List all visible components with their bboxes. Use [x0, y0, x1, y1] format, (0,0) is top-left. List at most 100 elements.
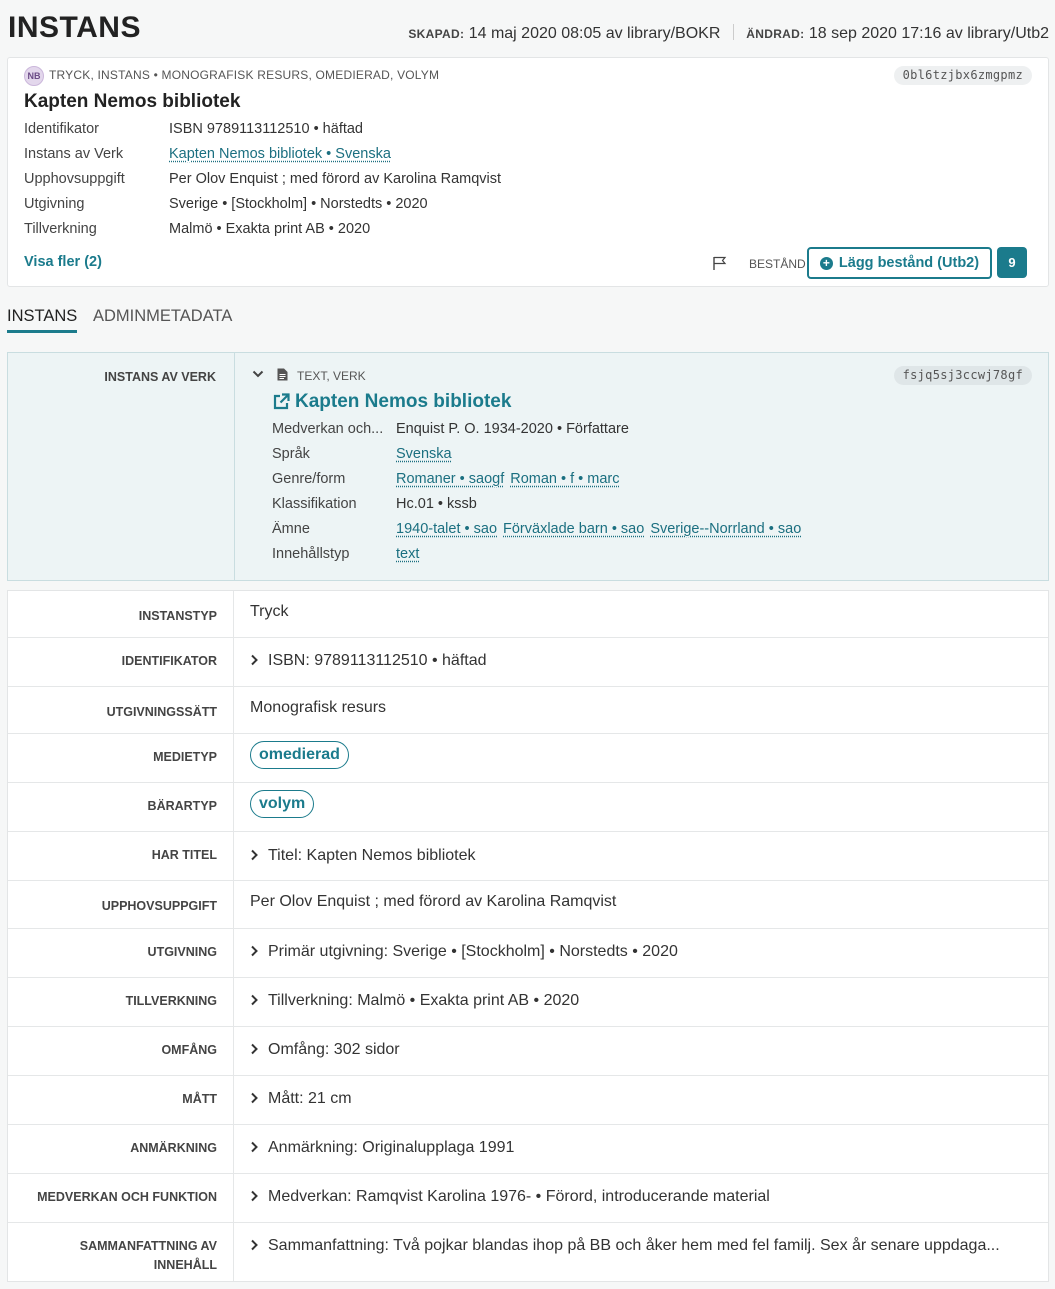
property-value: Tillverkning: Malmö • Exakta print AB • … [268, 992, 580, 1009]
property-key: SAMMANFATTNING AV INNEHÅLL [8, 1223, 234, 1281]
chevron-right-icon[interactable] [250, 994, 259, 1006]
property-row-media-type: MEDIETYP omedierad [8, 734, 1048, 783]
property-key: MÅTT [8, 1076, 234, 1124]
work-row-subject: Ämne 1940-talet • sao Förväxlade barn • sa… [272, 521, 807, 537]
work-value: Enquist P. O. 1934-2020 • Författare [396, 421, 629, 437]
genre-link[interactable]: Romaner • saogf [396, 471, 504, 487]
page-header: INSTANS SKAPAD: 14 maj 2020 08:05 av lib… [0, 0, 1055, 56]
changed-label: ÄNDRAD: [746, 27, 805, 41]
chevron-right-icon[interactable] [250, 945, 259, 957]
property-row-issuance: UTGIVNINGSSÄTT Monografisk resurs [8, 687, 1048, 734]
subject-link[interactable]: Förväxlade barn • sao [503, 521, 644, 537]
changed-value: 18 sep 2020 17:16 av library/Utb2 [808, 25, 1049, 42]
record-id-pill[interactable]: 0bl6tzjbx6zmgpmz [893, 66, 1032, 85]
work-type-line: TEXT, VERK [297, 369, 366, 383]
work-title-link[interactable]: Kapten Nemos bibliotek [295, 391, 511, 413]
holding-count-badge[interactable]: 9 [997, 247, 1027, 278]
document-icon [277, 368, 288, 381]
property-key: MEDVERKAN OCH FUNKTION [8, 1174, 234, 1222]
summary-key: Identifikator [24, 121, 99, 137]
nb-badge: NB [24, 66, 44, 86]
property-value: Primär utgivning: Sverige • [Stockholm] … [268, 943, 678, 960]
summary-key: Tillverkning [24, 221, 97, 237]
summary-row-responsibility: Upphovsuppgift Per Olov Enquist ; med för… [24, 171, 501, 187]
property-value: ISBN: 9789113112510 • häftad [268, 652, 487, 669]
chevron-right-icon[interactable] [250, 1092, 259, 1104]
property-value: Omfång: 302 sidor [268, 1041, 400, 1058]
show-more-link[interactable]: Visa fler (2) [24, 254, 102, 270]
content-type-link[interactable]: text [396, 546, 419, 562]
instance-page: INSTANS SKAPAD: 14 maj 2020 08:05 av lib… [0, 0, 1055, 1289]
chevron-right-icon[interactable] [250, 1239, 259, 1251]
property-key: ANMÄRKNING [8, 1125, 234, 1173]
chevron-right-icon[interactable] [250, 1190, 259, 1202]
summary-row-instance-of-work: Instans av Verk Kapten Nemos bibliotek • … [24, 146, 391, 162]
work-row-content-type: Innehållstyp text [272, 546, 425, 562]
property-key: HAR TITEL [8, 832, 234, 880]
summary-value: ISBN 9789113112510 • häftad [169, 121, 364, 137]
property-value: Per Olov Enquist ; med förord av Karolin… [250, 893, 617, 910]
created-label: SKAPAD: [408, 27, 465, 41]
genre-link[interactable]: Roman • f • marc [510, 471, 619, 487]
property-row-identifier[interactable]: IDENTIFIKATOR ISBN: 9789113112510 • häft… [8, 638, 1048, 687]
work-row-language: Språk Svenska [272, 446, 458, 462]
property-key: TILLVERKNING [8, 978, 234, 1026]
chevron-down-icon[interactable] [252, 369, 264, 379]
holding-label: BESTÅND [749, 257, 806, 271]
property-value: Medverkan: Ramqvist Karolina 1976- • För… [268, 1188, 770, 1205]
subject-link[interactable]: 1940-talet • sao [396, 521, 497, 537]
tab-adminmetadata[interactable]: ADMINMETADATA [93, 307, 232, 326]
work-row-genre: Genre/form Romaner • saogf Roman • f • mar… [272, 471, 626, 487]
work-id-pill[interactable]: fsjq5sj3ccwj78gf [893, 366, 1032, 385]
property-row-note[interactable]: ANMÄRKNING Anmärkning: Originalupplaga 1… [8, 1125, 1048, 1174]
work-key: Klassifikation [272, 496, 357, 512]
property-row-extent[interactable]: OMFÅNG Omfång: 302 sidor [8, 1027, 1048, 1076]
summary-key: Utgivning [24, 196, 85, 212]
subject-link[interactable]: Sverige--Norrland • sao [650, 521, 801, 537]
work-row-label: INSTANS AV VERK [104, 370, 216, 384]
summary-type-line: TRYCK, INSTANS • MONOGRAFISK RESURS, OME… [49, 68, 440, 82]
plus-circle-icon: + [819, 256, 833, 270]
summary-title: Kapten Nemos bibliotek [24, 91, 241, 112]
work-value: Hc.01 • kssb [396, 496, 477, 512]
property-row-manufacture[interactable]: TILLVERKNING Tillverkning: Malmö • Exakt… [8, 978, 1048, 1027]
property-key: UTGIVNINGSSÄTT [8, 687, 234, 733]
chevron-right-icon[interactable] [250, 1141, 259, 1153]
property-key: UTGIVNING [8, 929, 234, 977]
chevron-right-icon[interactable] [250, 654, 259, 666]
property-value: Titel: Kapten Nemos bibliotek [268, 847, 476, 864]
add-holding-button[interactable]: + Lägg bestånd (Utb2) [807, 247, 992, 279]
flag-icon[interactable] [712, 256, 728, 270]
property-row-summary[interactable]: SAMMANFATTNING AV INNEHÅLL Sammanfattnin… [8, 1223, 1048, 1281]
property-row-publication[interactable]: UTGIVNING Primär utgivning: Sverige • [S… [8, 929, 1048, 978]
property-row-dimensions[interactable]: MÅTT Mått: 21 cm [8, 1076, 1048, 1125]
work-key: Ämne [272, 521, 310, 537]
meta-divider [732, 24, 734, 40]
page-title: INSTANS [8, 11, 141, 44]
record-meta: SKAPAD: 14 maj 2020 08:05 av library/BOK… [408, 24, 1049, 43]
external-link-icon[interactable] [273, 393, 290, 410]
chevron-right-icon[interactable] [250, 1043, 259, 1055]
summary-row-identifier: Identifikator ISBN 9789113112510 • häftad [24, 121, 363, 137]
property-row-carrier-type: BÄRARTYP volym [8, 783, 1048, 832]
property-key: OMFÅNG [8, 1027, 234, 1075]
carrier-type-tag[interactable]: volym [250, 790, 315, 818]
media-type-tag[interactable]: omedierad [250, 741, 349, 769]
property-row-responsibility: UPPHOVSUPPGIFT Per Olov Enquist ; med fö… [8, 881, 1048, 929]
property-key: UPPHOVSUPPGIFT [8, 881, 234, 928]
tab-instance[interactable]: INSTANS [7, 307, 78, 333]
property-row-title[interactable]: HAR TITEL Titel: Kapten Nemos bibliotek [8, 832, 1048, 881]
work-key: Genre/form [272, 471, 346, 487]
work-link[interactable]: Kapten Nemos bibliotek • Svenska [169, 146, 391, 162]
property-key: BÄRARTYP [8, 783, 234, 831]
property-key: INSTANSTYP [8, 591, 234, 637]
property-value: Monografisk resurs [250, 699, 387, 716]
chevron-right-icon[interactable] [250, 849, 259, 861]
property-key: MEDIETYP [8, 734, 234, 782]
summary-key: Instans av Verk [24, 146, 124, 162]
summary-card: NB TRYCK, INSTANS • MONOGRAFISK RESURS, … [7, 57, 1049, 287]
language-link[interactable]: Svenska [396, 446, 452, 462]
property-value: Mått: 21 cm [268, 1090, 352, 1107]
linked-work-section: INSTANS AV VERK TEXT, VERK fsjq5sj3ccwj7… [7, 352, 1049, 581]
property-row-contribution[interactable]: MEDVERKAN OCH FUNKTION Medverkan: Ramqvi… [8, 1174, 1048, 1223]
